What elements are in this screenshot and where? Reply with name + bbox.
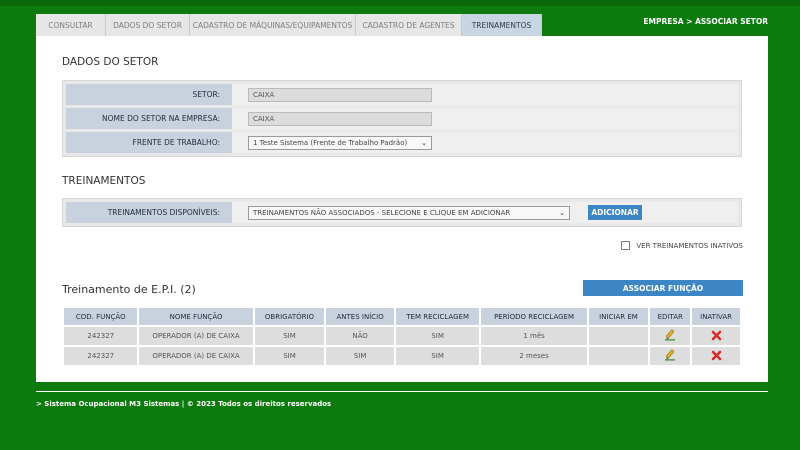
cell-nome: OPERADOR (A) DE CAIXA [139, 347, 253, 365]
col-antes-inicio: ANTES INÍCIO [326, 308, 394, 325]
top-strip [0, 0, 800, 6]
nome-setor-label: NOME DO SETOR NA EMPRESA: [66, 108, 232, 129]
table-row: 242327 OPERADOR (A) DE CAIXA SIM NÃO SIM… [64, 327, 740, 345]
setor-input[interactable]: CAIXA [248, 87, 432, 102]
treinamentos-disponiveis-row: TREINAMENTOS DISPONÍVEIS: TREINAMENTOS N… [66, 202, 738, 223]
cell-reciclagem: SIM [395, 327, 480, 345]
tab-cadastro-agentes[interactable]: CADASTRO DE AGENTES [356, 14, 462, 36]
tab-cadastro-maquinas[interactable]: CADASTRO DE MÁQUINAS/EQUIPAMENTOS [190, 14, 356, 36]
col-periodo-reciclagem: PERÍODO RECICLAGEM [481, 308, 587, 325]
treinamentos-form: TREINAMENTOS DISPONÍVEIS: TREINAMENTOS N… [62, 198, 742, 227]
red-x-icon[interactable] [711, 350, 722, 363]
epi-title: Treinamento de E.P.I. (2) [62, 283, 196, 296]
col-nome-funcao: NOME FUNÇÃO [139, 308, 253, 325]
frente-trabalho-row: FRENTE DE TRABALHO: 1 Teste Sistema (Fre… [66, 132, 738, 153]
setor-row: SETOR: CAIXA [66, 84, 738, 105]
cell-antes: SIM [326, 347, 394, 365]
cell-antes: NÃO [326, 327, 394, 345]
ver-inativos-checkbox[interactable] [621, 241, 631, 250]
nome-setor-input[interactable]: CAIXA [248, 111, 432, 126]
red-x-icon[interactable] [711, 330, 722, 343]
dados-setor-form: SETOR: CAIXA NOME DO SETOR NA EMPRESA: C… [62, 80, 742, 157]
col-cod-funcao: COD. FUNÇÃO [64, 308, 138, 325]
frente-trabalho-value: 1 Teste Sistema (Frente de Trabalho Padr… [253, 138, 408, 147]
cell-editar [650, 327, 691, 345]
ver-inativos-label: VER TREINAMENTOS INATIVOS [636, 241, 743, 250]
cell-periodo: 2 meses [481, 347, 587, 365]
epi-table: COD. FUNÇÃO NOME FUNÇÃO OBRIGATÓRIO ANTE… [62, 306, 742, 367]
chevron-down-icon: ⌄ [559, 208, 565, 217]
footer-divider [36, 391, 768, 392]
cell-inativar [692, 327, 740, 345]
dados-setor-title: DADOS DO SETOR [62, 56, 159, 68]
ver-inativos-toggle: VER TREINAMENTOS INATIVOS [621, 241, 743, 250]
tab-consultar[interactable]: CONSULTAR [36, 14, 106, 36]
col-tem-reciclagem: TEM RECICLAGEM [395, 308, 480, 325]
treinamentos-disponiveis-label: TREINAMENTOS DISPONÍVEIS: [66, 202, 232, 223]
cell-periodo: 1 mês [481, 327, 587, 345]
treinamentos-title: TREINAMENTOS [62, 175, 146, 187]
tab-bar: CONSULTAR DADOS DO SETOR CADASTRO DE MÁQ… [36, 14, 542, 36]
cell-obrigatorio: SIM [254, 327, 325, 345]
adicionar-button[interactable]: ADICIONAR [588, 205, 642, 220]
tab-dados-do-setor[interactable]: DADOS DO SETOR [106, 14, 190, 36]
cell-reciclagem: SIM [395, 347, 480, 365]
cell-inativar [692, 347, 740, 365]
col-editar: EDITAR [650, 308, 691, 325]
pencil-edit-icon[interactable] [664, 329, 676, 343]
nome-setor-row: NOME DO SETOR NA EMPRESA: CAIXA [66, 108, 738, 129]
tab-treinamentos[interactable]: TREINAMENTOS [462, 14, 542, 36]
footer-copyright: > Sistema Ocupacional M3 Sistemas | © 20… [36, 400, 332, 408]
setor-label: SETOR: [66, 84, 232, 105]
associar-funcao-button[interactable]: ASSOCIAR FUNÇÃO [583, 280, 743, 296]
frente-trabalho-select[interactable]: 1 Teste Sistema (Frente de Trabalho Padr… [248, 135, 432, 150]
table-header-row: COD. FUNÇÃO NOME FUNÇÃO OBRIGATÓRIO ANTE… [64, 308, 740, 325]
table-row: 242327 OPERADOR (A) DE CAIXA SIM SIM SIM… [64, 347, 740, 365]
col-iniciar-em: INICIAR EM [588, 308, 649, 325]
breadcrumb: EMPRESA > ASSOCIAR SETOR [643, 17, 768, 26]
cell-editar [650, 347, 691, 365]
cell-nome: OPERADOR (A) DE CAIXA [139, 327, 253, 345]
cell-iniciar [588, 347, 649, 365]
pencil-edit-icon[interactable] [664, 349, 676, 363]
cell-obrigatorio: SIM [254, 347, 325, 365]
treinamentos-disponiveis-value: TREINAMENTOS NÃO ASSOCIADOS - SELECIONE … [253, 208, 511, 217]
chevron-down-icon: ⌄ [421, 138, 427, 147]
frente-trabalho-label: FRENTE DE TRABALHO: [66, 132, 232, 153]
cell-cod: 242327 [64, 347, 138, 365]
main-content: DADOS DO SETOR SETOR: CAIXA NOME DO SETO… [36, 36, 768, 382]
cell-iniciar [588, 327, 649, 345]
col-inativar: INATIVAR [692, 308, 740, 325]
cell-cod: 242327 [64, 327, 138, 345]
treinamentos-disponiveis-select[interactable]: TREINAMENTOS NÃO ASSOCIADOS - SELECIONE … [248, 205, 570, 220]
col-obrigatorio: OBRIGATÓRIO [254, 308, 325, 325]
